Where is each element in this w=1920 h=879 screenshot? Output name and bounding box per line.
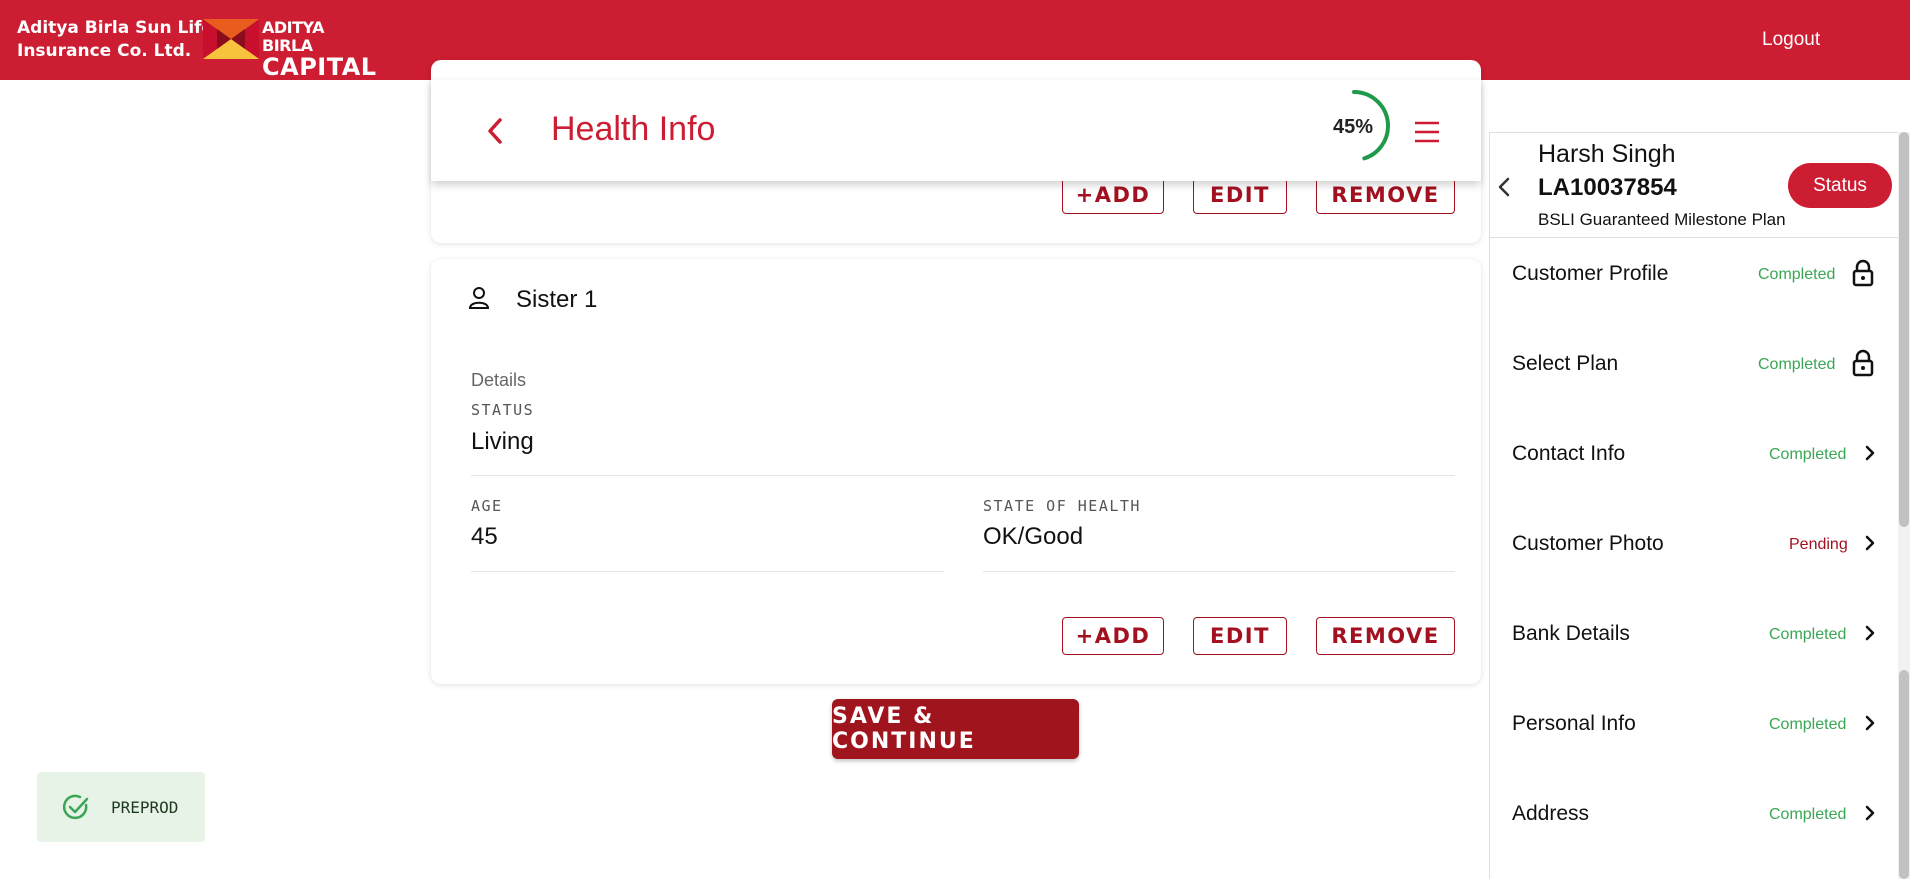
nav-item-customer-photo[interactable]: Customer Photo Pending xyxy=(1489,514,1898,574)
environment-label: PREPROD xyxy=(111,798,179,817)
logout-link[interactable]: Logout xyxy=(1762,29,1820,51)
plan-name: BSLI Guaranteed Milestone Plan xyxy=(1538,210,1786,229)
divider xyxy=(1489,237,1898,238)
nav-item-contact-info[interactable]: Contact Info Completed xyxy=(1489,424,1898,484)
add-button-top[interactable]: +ADD xyxy=(1062,176,1164,214)
logo-mark-icon xyxy=(203,19,259,59)
divider xyxy=(983,571,1455,572)
nav-item-label: Address xyxy=(1512,802,1590,825)
save-continue-button[interactable]: SAVE & CONTINUE xyxy=(832,699,1079,759)
logo-line1: ADITYA BIRLA xyxy=(262,18,324,55)
edit-button[interactable]: EDIT xyxy=(1193,617,1287,655)
nav-item-bank-details[interactable]: Bank Details Completed xyxy=(1489,604,1898,664)
status-button[interactable]: Status xyxy=(1788,163,1892,208)
chevron-right-icon xyxy=(1865,715,1875,731)
age-value: 45 xyxy=(471,523,498,550)
chevron-right-icon xyxy=(1865,625,1875,641)
remove-button[interactable]: REMOVE xyxy=(1316,617,1455,655)
state-of-health-value: OK/Good xyxy=(983,523,1084,550)
logo-wordmark: ADITYA BIRLA CAPITAL xyxy=(262,18,377,81)
nav-item-customer-profile[interactable]: Customer Profile Completed xyxy=(1489,244,1898,304)
back-chevron-icon[interactable] xyxy=(484,116,506,146)
nav-item-select-plan[interactable]: Select Plan Completed xyxy=(1489,334,1898,394)
company-name: Aditya Birla Sun Life Insurance Co. Ltd. xyxy=(17,17,213,63)
person-icon xyxy=(468,287,490,309)
logo-line2: CAPITAL xyxy=(262,53,377,81)
nav-item-label: Bank Details xyxy=(1512,622,1630,645)
nav-item-label: Customer Photo xyxy=(1512,532,1664,555)
edit-button-top[interactable]: EDIT xyxy=(1193,176,1287,214)
member-title: Sister 1 xyxy=(516,286,598,313)
progress-percent: 45% xyxy=(1333,116,1374,138)
nav-item-status: Completed xyxy=(1758,266,1836,283)
nav-item-personal-info[interactable]: Personal Info Completed xyxy=(1489,694,1898,754)
check-circle-icon xyxy=(62,794,89,820)
details-label: Details xyxy=(471,370,527,390)
age-label: AGE xyxy=(471,497,503,515)
page-edge xyxy=(1910,0,1920,879)
remove-button-top[interactable]: REMOVE xyxy=(1316,176,1455,214)
nav-item-status: Completed xyxy=(1758,356,1836,373)
chevron-right-icon xyxy=(1865,535,1875,551)
nav-item-address[interactable]: Address Completed xyxy=(1489,784,1898,844)
lock-icon xyxy=(1852,259,1874,287)
company-name-line1: Aditya Birla Sun Life xyxy=(17,18,214,38)
add-button[interactable]: +ADD xyxy=(1062,617,1164,655)
state-of-health-label: STATE OF HEALTH xyxy=(983,497,1141,515)
environment-badge: PREPROD xyxy=(37,772,205,842)
application-id: LA10037854 xyxy=(1538,174,1677,201)
aditya-birla-capital-logo: ADITYA BIRLA CAPITAL xyxy=(203,19,376,79)
divider xyxy=(471,475,1455,476)
nav-item-label: Customer Profile xyxy=(1512,262,1669,285)
nav-item-status: Completed xyxy=(1769,626,1847,643)
panel-back-chevron-icon[interactable] xyxy=(1497,176,1511,198)
scrollbar-thumb[interactable] xyxy=(1899,670,1909,879)
page-title: Health Info xyxy=(551,110,716,148)
company-name-line2: Insurance Co. Ltd. xyxy=(17,41,192,61)
nav-item-label: Contact Info xyxy=(1512,442,1626,465)
status-value: Living xyxy=(471,428,534,455)
hamburger-menu-icon[interactable] xyxy=(1413,120,1441,144)
nav-item-label: Personal Info xyxy=(1512,712,1636,735)
scrollbar-thumb[interactable] xyxy=(1899,132,1909,527)
lock-icon xyxy=(1852,349,1874,377)
chevron-right-icon xyxy=(1865,445,1875,461)
nav-item-label: Select Plan xyxy=(1512,352,1619,375)
status-label: STATUS xyxy=(471,401,535,419)
nav-item-status: Completed xyxy=(1769,446,1847,463)
nav-item-status: Completed xyxy=(1769,716,1847,733)
chevron-right-icon xyxy=(1865,805,1875,821)
customer-name: Harsh Singh xyxy=(1538,140,1676,168)
nav-item-status: Pending xyxy=(1789,536,1848,553)
nav-item-status: Completed xyxy=(1769,806,1847,823)
divider xyxy=(471,571,944,572)
